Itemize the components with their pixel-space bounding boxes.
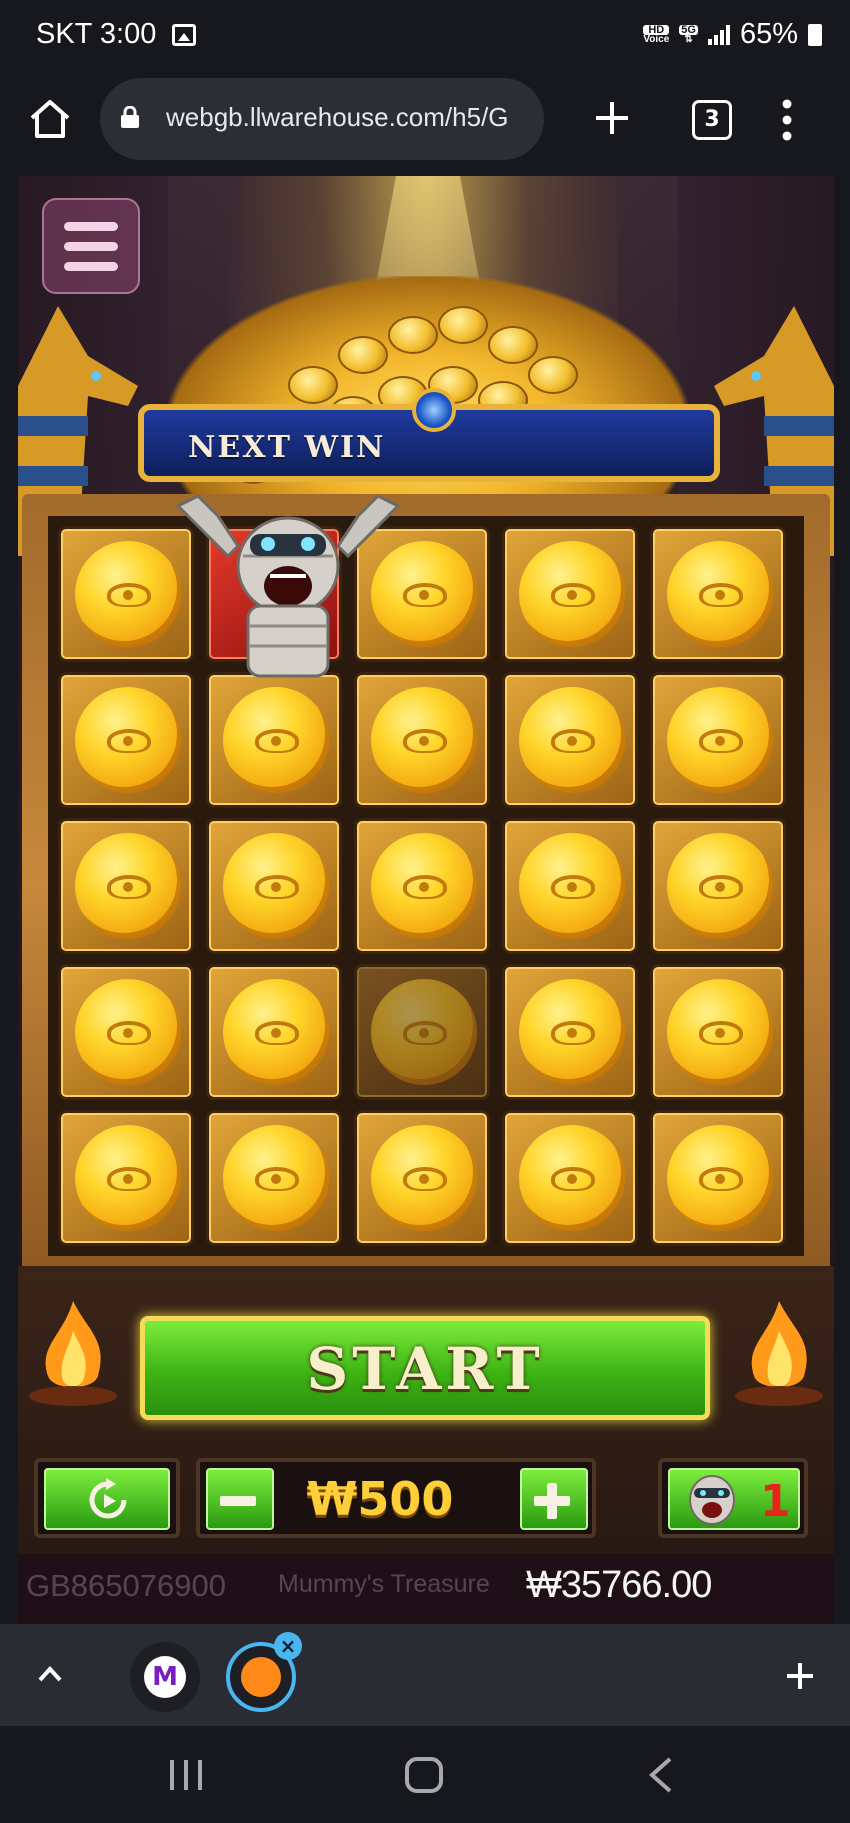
- grid-tile[interactable]: [650, 672, 786, 808]
- fire-brazier-left-icon: [29, 1301, 117, 1406]
- url-text: webgb.llwarehouse.com/h5/G: [166, 102, 509, 132]
- scarab-gem-icon: [412, 388, 456, 432]
- more-menu-icon[interactable]: [782, 98, 792, 142]
- bet-increase-button[interactable]: [520, 1468, 588, 1530]
- eye-of-horus-coin-icon: [75, 1125, 181, 1231]
- grid-tile[interactable]: [354, 672, 490, 808]
- grid-tile[interactable]: [502, 964, 638, 1100]
- tab-thumbnail-m[interactable]: M: [130, 1642, 200, 1712]
- grid-tile[interactable]: [58, 672, 194, 808]
- system-nav-bar: [0, 1726, 850, 1823]
- eye-of-horus-coin-icon: [667, 687, 773, 793]
- minus-icon: [220, 1496, 256, 1506]
- eye-of-horus-coin-icon: [75, 687, 181, 793]
- bet-amount: ₩500: [306, 1472, 454, 1526]
- grid-tile[interactable]: [206, 1110, 342, 1246]
- eye-of-horus-coin-icon: [371, 979, 477, 1085]
- new-tab-icon[interactable]: [592, 98, 632, 138]
- gallery-notification-icon: [172, 24, 196, 46]
- eye-of-horus-coin-icon: [667, 541, 773, 647]
- eye-of-horus-coin-icon: [223, 1125, 329, 1231]
- grid-tile[interactable]: [58, 1110, 194, 1246]
- grid-tile[interactable]: [206, 964, 342, 1100]
- bet-decrease-button[interactable]: [206, 1468, 274, 1530]
- lock-icon: [121, 106, 139, 128]
- home-nav-icon[interactable]: [404, 1756, 444, 1794]
- battery-percent: 65%: [739, 18, 798, 50]
- grid-tile[interactable]: [650, 964, 786, 1100]
- tab-switcher-button[interactable]: 3: [692, 100, 732, 140]
- eye-of-horus-coin-icon: [223, 687, 329, 793]
- autoplay-panel: [34, 1458, 180, 1538]
- game-menu-button[interactable]: [42, 198, 140, 294]
- status-right: HD Voice 5G ⇅ 65%: [643, 18, 822, 51]
- status-bar: SKT 3:00 HD Voice 5G ⇅ 65%: [0, 0, 850, 72]
- recent-apps-icon[interactable]: [168, 1758, 204, 1792]
- balance: ₩35766.00: [526, 1564, 712, 1606]
- hd-voice-icon: HD Voice: [643, 23, 670, 45]
- start-button[interactable]: START: [140, 1316, 710, 1420]
- fire-brazier-right-icon: [735, 1301, 823, 1406]
- eye-of-horus-coin-icon: [667, 979, 773, 1085]
- address-bar[interactable]: webgb.llwarehouse.com/h5/G: [100, 78, 544, 160]
- next-win-banner: NEXT WIN: [138, 388, 720, 482]
- eye-of-horus-coin-icon: [371, 833, 477, 939]
- eye-of-horus-coin-icon: [75, 979, 181, 1085]
- grid-tile[interactable]: [58, 964, 194, 1100]
- eye-of-horus-coin-icon: [519, 979, 625, 1085]
- eye-of-horus-coin-icon: [519, 1125, 625, 1231]
- eye-of-horus-coin-icon: [371, 1125, 477, 1231]
- grid-tile[interactable]: [502, 672, 638, 808]
- chevron-up-icon[interactable]: [36, 1660, 64, 1688]
- grid-tile[interactable]: [650, 526, 786, 662]
- game-app-icon: [241, 1657, 281, 1697]
- grid-tile[interactable]: [502, 1110, 638, 1246]
- close-tab-icon[interactable]: ×: [274, 1632, 302, 1660]
- signal-icon: [707, 24, 730, 45]
- eye-of-horus-coin-icon: [223, 833, 329, 939]
- grid-tile[interactable]: [650, 1110, 786, 1246]
- grid-tile-dimmed[interactable]: [354, 964, 490, 1100]
- mummy-count-panel: 1: [658, 1458, 808, 1538]
- mummy-character-icon: [175, 494, 401, 678]
- autoplay-button[interactable]: [44, 1468, 170, 1530]
- grid-tile[interactable]: [502, 526, 638, 662]
- grid-tile[interactable]: [206, 672, 342, 808]
- mummy-count-button[interactable]: 1: [668, 1468, 800, 1530]
- grid-tile[interactable]: [354, 1110, 490, 1246]
- eye-of-horus-coin-icon: [667, 1125, 773, 1231]
- next-win-label: NEXT WIN: [188, 430, 386, 465]
- mummy-count: 1: [760, 1476, 791, 1527]
- game-canvas[interactable]: NEXT WIN START ₩500 1 GB865076900 Mummy'…: [18, 176, 834, 1624]
- grid-tile[interactable]: [650, 818, 786, 954]
- grid-tile[interactable]: [206, 818, 342, 954]
- bet-control: ₩500: [196, 1458, 596, 1538]
- eye-of-horus-coin-icon: [371, 687, 477, 793]
- eye-of-horus-coin-icon: [519, 833, 625, 939]
- mummy-head-icon: [689, 1475, 735, 1525]
- grid-tile[interactable]: [354, 818, 490, 954]
- browser-toolbar: webgb.llwarehouse.com/h5/G 3: [0, 72, 850, 176]
- eye-of-horus-coin-icon: [519, 687, 625, 793]
- add-tab-icon[interactable]: [784, 1660, 816, 1692]
- carrier-time: SKT 3:00: [36, 18, 157, 50]
- home-icon[interactable]: [28, 96, 72, 140]
- eye-of-horus-coin-icon: [223, 979, 329, 1085]
- start-label: START: [306, 1335, 544, 1403]
- game-title: Mummy's Treasure: [278, 1570, 490, 1598]
- game-info-bar: GB865076900 Mummy's Treasure ₩35766.00: [18, 1554, 834, 1624]
- tab-strip: M ×: [0, 1624, 850, 1726]
- game-session-id: GB865076900: [26, 1568, 226, 1603]
- back-icon[interactable]: [646, 1756, 674, 1794]
- board-frame: [22, 494, 830, 1272]
- autoplay-refresh-icon: [89, 1478, 127, 1519]
- grid-tile[interactable]: [58, 818, 194, 954]
- eye-of-horus-coin-icon: [75, 833, 181, 939]
- eye-of-horus-coin-icon: [519, 541, 625, 647]
- battery-icon: [808, 23, 822, 46]
- m-app-icon: M: [144, 1656, 186, 1698]
- eye-of-horus-coin-icon: [667, 833, 773, 939]
- grid-tile[interactable]: [502, 818, 638, 954]
- network-5g-icon: 5G ⇅: [679, 23, 698, 45]
